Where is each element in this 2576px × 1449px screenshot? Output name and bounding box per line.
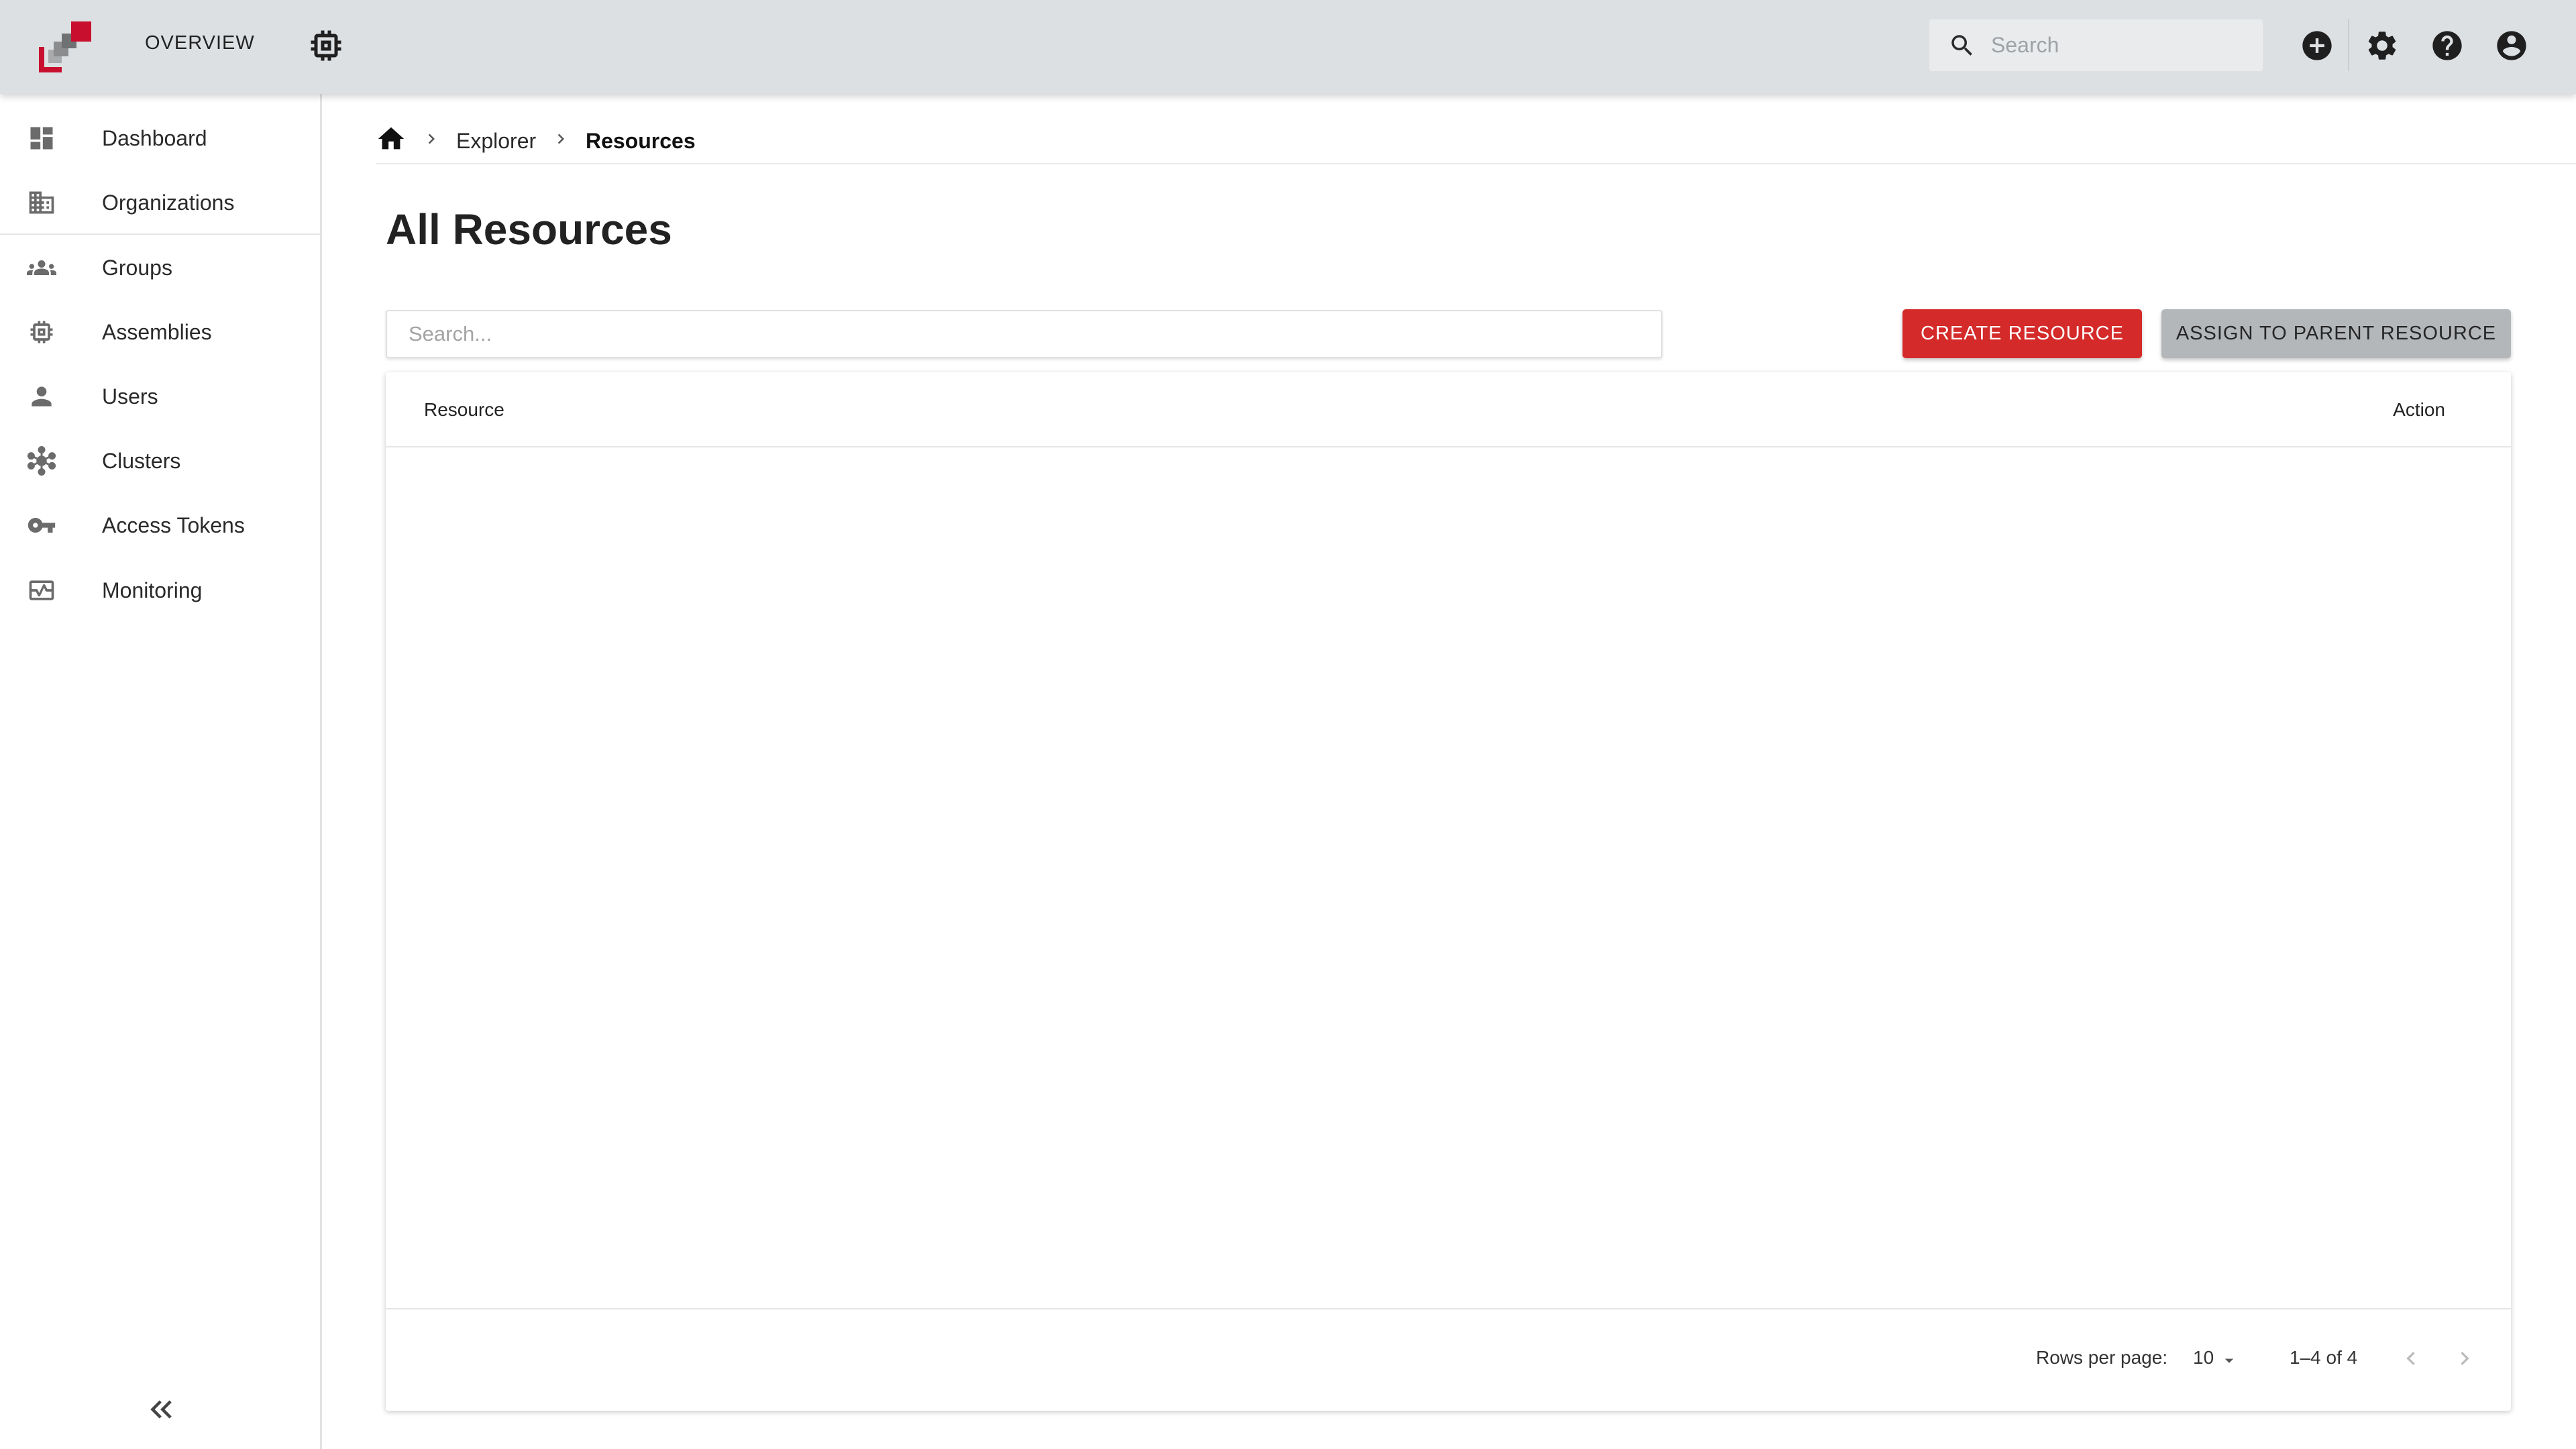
- collapse-sidebar-icon[interactable]: [143, 1391, 179, 1428]
- sidebar-item-access-tokens[interactable]: Access Tokens: [0, 493, 320, 556]
- dashboard-icon: [30, 127, 53, 150]
- create-resource-button[interactable]: CREATE RESOURCE: [1902, 309, 2142, 358]
- sidebar-item-label: Clusters: [102, 449, 181, 473]
- breadcrumb-divider: [376, 163, 2576, 164]
- column-header-resource[interactable]: Resource: [424, 399, 504, 421]
- caret-down-icon[interactable]: [2219, 1350, 2239, 1371]
- topbar-divider: [2348, 19, 2349, 71]
- account-circle-icon[interactable]: [2494, 28, 2529, 63]
- column-header-action: Action: [2393, 399, 2445, 420]
- assign-to-parent-resource-button[interactable]: ASSIGN TO PARENT RESOURCE: [2161, 309, 2511, 358]
- sidebar-item-label: Dashboard: [102, 126, 207, 150]
- add-circle-icon[interactable]: [2300, 28, 2334, 63]
- global-search: [1929, 19, 2263, 71]
- gear-icon[interactable]: [2365, 28, 2400, 63]
- groups-icon: [27, 260, 56, 275]
- overview-link[interactable]: OVERVIEW: [145, 32, 255, 54]
- global-search-input[interactable]: [1991, 19, 2253, 71]
- building-icon: [29, 191, 54, 214]
- top-app-bar: OVERVIEW: [0, 0, 2576, 94]
- chip-icon: [30, 321, 53, 343]
- sidebar-item-label: Assemblies: [102, 320, 212, 344]
- search-icon: [1951, 35, 1972, 56]
- next-page-icon[interactable]: [2451, 1345, 2478, 1372]
- table-header-divider: [386, 446, 2511, 447]
- sidebar-item-label: Access Tokens: [102, 513, 245, 537]
- sidebar-item-label: Users: [102, 384, 158, 409]
- chevron-right-icon: [557, 133, 564, 144]
- pagination-range: 1–4 of 4: [2290, 1347, 2358, 1368]
- help-icon[interactable]: [2430, 28, 2465, 63]
- sidebar-item-label: Monitoring: [102, 578, 203, 602]
- sidebar-item-users[interactable]: Users: [0, 364, 320, 427]
- rows-per-page-select[interactable]: 10: [2193, 1347, 2214, 1368]
- page-title: All Resources: [386, 205, 672, 254]
- hub-icon: [27, 446, 56, 476]
- breadcrumb-explorer[interactable]: Explorer: [456, 129, 536, 154]
- home-icon[interactable]: [376, 123, 407, 154]
- key-icon: [28, 518, 56, 533]
- sidebar-item-groups[interactable]: Groups: [0, 235, 320, 299]
- sidebar-item-dashboard[interactable]: Dashboard: [0, 106, 320, 169]
- resource-search-input[interactable]: [387, 311, 1661, 357]
- resource-search: [386, 310, 1662, 358]
- table-footer-divider: [386, 1308, 2511, 1309]
- sidebar-item-assemblies[interactable]: Assemblies: [0, 300, 320, 363]
- person-icon: [32, 386, 52, 407]
- sidebar-item-organizations[interactable]: Organizations: [0, 170, 320, 233]
- breadcrumb-resources: Resources: [586, 129, 696, 153]
- rows-per-page-label: Rows per page:: [2036, 1347, 2168, 1368]
- previous-page-icon[interactable]: [2398, 1345, 2424, 1372]
- chevron-right-icon: [428, 133, 435, 144]
- sidebar-item-monitoring[interactable]: Monitoring: [0, 558, 320, 621]
- app-logo-icon[interactable]: [39, 19, 94, 74]
- chip-icon[interactable]: [306, 25, 346, 66]
- sidebar-divider: [0, 233, 320, 235]
- resources-table: Resource Action Rows per page: 10 1–4 of…: [386, 372, 2511, 1411]
- sidebar-item-clusters[interactable]: Clusters: [0, 429, 320, 492]
- sidebar-item-label: Groups: [102, 256, 172, 280]
- sidebar-item-label: Organizations: [102, 191, 235, 215]
- monitoring-icon: [29, 580, 54, 600]
- sidebar: Dashboard Organizations Groups Assemblie…: [0, 94, 322, 1449]
